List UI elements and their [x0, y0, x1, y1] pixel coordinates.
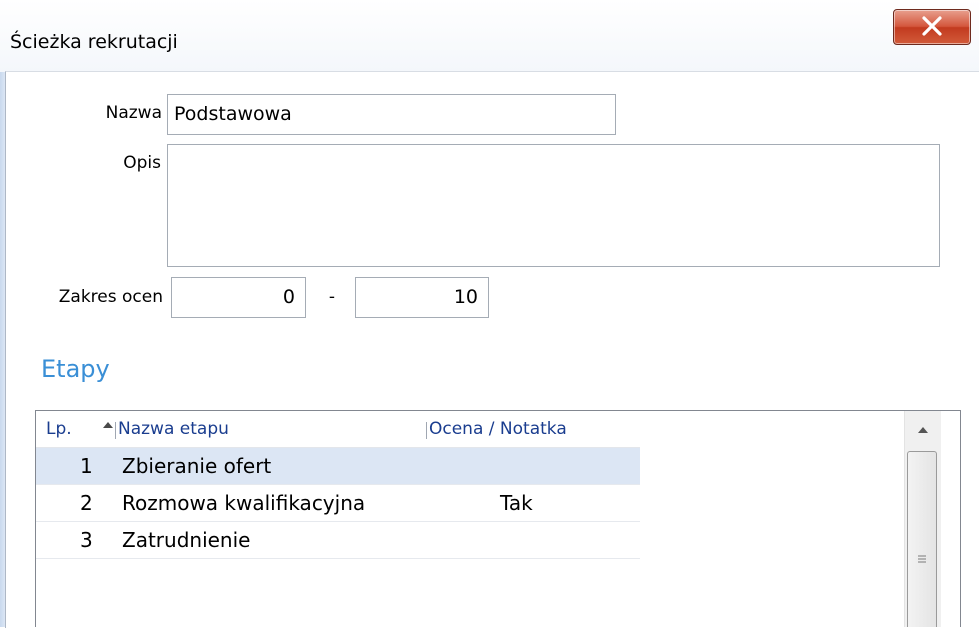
score-range-to-input[interactable]: 10	[355, 277, 489, 318]
column-header-stage-name[interactable]: Nazwa etapu	[118, 411, 418, 447]
table-row[interactable]: 2 Rozmowa kwalifikacyjna Tak	[36, 485, 640, 522]
score-range-from-input[interactable]: 0	[171, 277, 306, 318]
row-lp: 1	[80, 454, 93, 478]
score-range-from-value: 0	[282, 286, 295, 308]
row-score-note: Tak	[500, 491, 533, 515]
column-divider	[115, 422, 116, 439]
column-divider	[426, 422, 427, 439]
row-lp: 3	[80, 528, 93, 552]
close-button[interactable]	[893, 9, 971, 45]
table-row[interactable]: 1 Zbieranie ofert	[36, 448, 640, 485]
name-input[interactable]: Podstawowa	[167, 94, 616, 135]
score-range-label: Zakres ocen	[58, 287, 163, 307]
column-header-lp-label: Lp.	[46, 419, 72, 439]
scroll-grip-icon	[918, 555, 926, 563]
score-range-separator: -	[328, 287, 336, 307]
row-stage-name: Zatrudnienie	[122, 528, 251, 552]
stages-grid[interactable]: Lp. Nazwa etapu Ocena / Notatka 1 Zbiera…	[35, 410, 961, 627]
name-input-value: Podstawowa	[174, 103, 292, 125]
column-header-score-note[interactable]: Ocena / Notatka	[429, 411, 639, 447]
description-label: Opis	[123, 153, 161, 173]
description-textarea[interactable]	[167, 144, 940, 267]
row-stage-name: Rozmowa kwalifikacyjna	[122, 491, 366, 515]
scrollbar-thumb[interactable]	[907, 451, 937, 627]
sort-ascending-icon	[103, 422, 113, 428]
table-row[interactable]: 3 Zatrudnienie	[36, 522, 640, 559]
row-stage-name: Zbieranie ofert	[122, 454, 272, 478]
score-range-to-value: 10	[453, 286, 478, 308]
row-lp: 2	[80, 491, 93, 515]
title-bar: Ścieżka rekrutacji	[0, 0, 979, 72]
vertical-scrollbar[interactable]	[904, 411, 941, 627]
column-header-stage-name-label: Nazwa etapu	[118, 419, 229, 439]
stages-section-title: Etapy	[41, 355, 110, 383]
close-icon	[922, 16, 942, 36]
window-title: Ścieżka rekrutacji	[10, 31, 178, 53]
name-label: Nazwa	[105, 103, 162, 123]
column-header-score-note-label: Ocena / Notatka	[429, 419, 567, 439]
scroll-up-arrow-icon[interactable]	[917, 426, 929, 434]
column-header-lp[interactable]: Lp.	[46, 411, 116, 447]
